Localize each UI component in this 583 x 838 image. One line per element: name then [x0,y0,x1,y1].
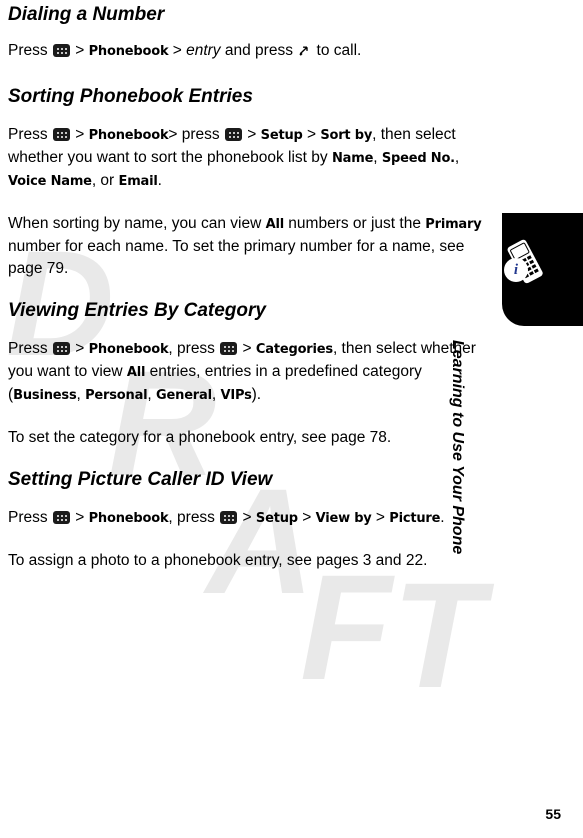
paragraph-picture-caller-id-1: Press > Phonebook, press > Setup > View … [8,507,488,530]
text-sep-a: > [70,126,89,143]
menu-key-icon [52,511,70,524]
send-key-icon [298,42,311,64]
menu-key-icon [220,511,238,524]
text-press: Press [8,42,52,59]
text-entry: entry [186,42,221,59]
text-period-2: . [440,509,445,526]
text-press-b: > press [168,126,224,143]
text-sep-d: > [302,126,321,143]
info-icon: i [504,258,528,282]
menu-key-icon [52,342,70,355]
text-comma-2: , [454,149,460,166]
watermark-letter-f: F [300,543,394,711]
text-or: , or [91,172,119,189]
paragraph-viewing-1: Press > Phonebook, press > Categories, t… [8,338,488,407]
text-press-4: Press [8,509,52,526]
text-close-paren: ). [251,386,262,403]
text-press-2: Press [8,126,52,143]
heading-dialing-a-number: Dialing a Number [8,4,165,25]
text-sep: > [70,42,89,59]
menu-key-icon [225,128,242,141]
menu-item-setup: Setup [255,511,298,526]
menu-item-view-by: View by [315,511,372,526]
menu-key-icon [220,342,238,355]
text-press-d: , press [168,509,220,526]
text-sep2: > [168,42,187,59]
text-press-c: , press [168,340,220,357]
menu-item-categories: Categories [255,342,333,357]
text-when-sorting: When sorting by name, you can view [8,215,266,232]
menu-item-phonebook: Phonebook [88,342,169,357]
menu-item-all: All [126,365,146,380]
menu-item-name: Name [331,151,374,166]
menu-item-sort-by: Sort by [320,128,373,143]
text-numbers-or: numbers or just the [283,215,426,232]
heading-setting-picture-caller-id-view: Setting Picture Caller ID View [8,469,273,490]
text-number-for-each: number for each name. To set the primary… [8,238,465,277]
text-sep-f: > [238,340,256,357]
text-sep-h: > [238,509,256,526]
menu-item-personal: Personal [85,388,148,403]
chapter-title: Learning to Use Your Phone [449,340,466,555]
heading-viewing-entries-by-category: Viewing Entries By Category [8,300,266,321]
menu-item-general: General [156,388,212,403]
text-sep-c: > [243,126,261,143]
menu-key-icon [52,128,70,141]
menu-item-primary: Primary [425,217,482,232]
text-sep-i: > [297,509,316,526]
text-period: . [157,172,162,189]
text-and-press: and press [220,42,298,59]
menu-item-voice-name: Voice Name [8,174,92,189]
page-content: Dialing a Number Press > Phonebook > ent… [8,0,488,572]
menu-key-icon [52,44,70,57]
paragraph-picture-caller-id-2: To assign a photo to a phonebook entry, … [8,552,428,569]
menu-item-speed-no: Speed No. [381,151,455,166]
paragraph-dialing-a-number: Press > Phonebook > entry and press to c… [8,40,488,64]
text-press-3: Press [8,340,52,357]
menu-item-phonebook: Phonebook [88,44,169,59]
watermark-letter-t: T [392,551,486,719]
menu-item-business: Business [13,388,77,403]
paragraph-sorting-2: When sorting by name, you can view All n… [8,213,488,280]
menu-item-vips: VIPs [220,388,252,403]
text-sep-j: > [371,509,390,526]
text-comma-1: , [373,149,382,166]
text-to-call: to call. [312,42,362,59]
heading-sorting-phonebook-entries: Sorting Phonebook Entries [8,86,253,107]
menu-item-picture: Picture [389,511,441,526]
text-sep-g: > [70,509,89,526]
page-number: 55 [545,806,561,822]
menu-item-all: All [265,217,285,232]
menu-item-email: Email [118,174,158,189]
paragraph-sorting-1: Press > Phonebook> press > Setup > Sort … [8,124,488,193]
text-comma-3: , [76,386,86,403]
menu-item-phonebook: Phonebook [88,128,169,143]
text-sep-e: > [70,340,89,357]
paragraph-viewing-2: To set the category for a phonebook entr… [8,429,392,446]
menu-item-setup: Setup [260,128,303,143]
text-comma-4: , [147,386,157,403]
menu-item-phonebook: Phonebook [88,511,169,526]
